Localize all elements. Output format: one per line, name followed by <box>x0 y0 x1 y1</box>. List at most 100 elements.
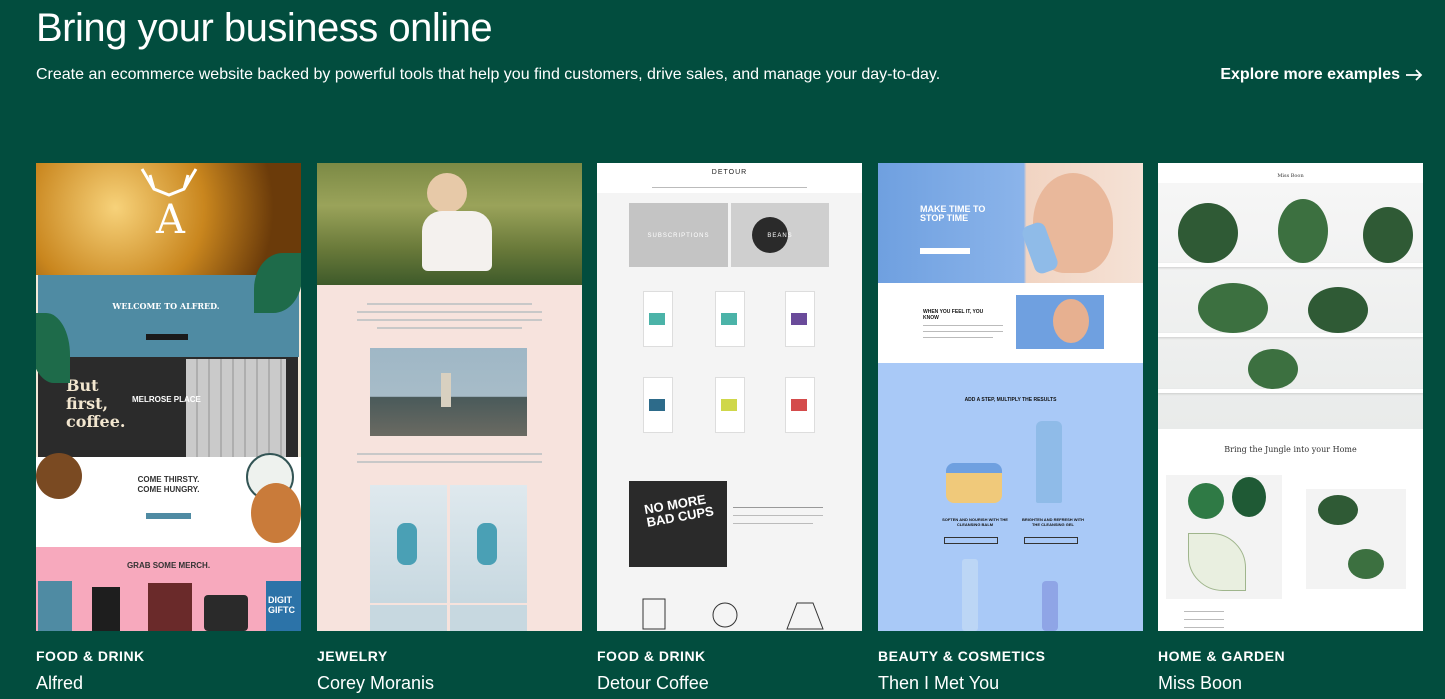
text-line <box>1184 619 1224 620</box>
hero-button <box>920 248 970 254</box>
svg-text:A: A <box>155 197 186 237</box>
balm-caption: SOFTEN AND NOURISH WITH THE CLEANSING BA… <box>942 517 1008 527</box>
text-line <box>923 337 993 338</box>
text-line <box>733 523 813 524</box>
example-card-detour-coffee[interactable]: DETOUR SUBSCRIPTIONS BEANS NO MORE BAD C… <box>597 163 862 694</box>
come-thirsty-heading: COME THIRSTY. COME HUNGRY. <box>137 475 200 494</box>
antler-logo-icon: A <box>140 168 198 237</box>
feel-heading: WHEN YOU FEEL IT, YOU KNOW <box>923 309 984 321</box>
merch-heading: GRAB SOME MERCH. <box>126 561 211 570</box>
card-category: BEAUTY & COSMETICS <box>878 648 1046 664</box>
card-name[interactable]: Miss Boon <box>1158 672 1423 694</box>
alfred-preview-image[interactable]: A WELCOME TO ALFRED. But first, coffee. … <box>36 163 301 631</box>
welcome-heading: WELCOME TO ALFRED. <box>112 301 220 311</box>
balm-button <box>944 537 998 544</box>
plant <box>1248 349 1298 389</box>
text-line <box>357 453 542 455</box>
shelf <box>1158 263 1423 267</box>
model-photo-bottom <box>450 605 527 631</box>
model-shirt <box>422 211 492 271</box>
hero-heading: MAKE TIME TO STOP TIME <box>920 204 986 223</box>
model-figure <box>441 373 451 407</box>
model-face-small <box>1053 299 1089 343</box>
merch-item <box>38 581 72 631</box>
text-line <box>733 515 823 516</box>
miss-boon-preview-image[interactable]: Miss Boon Bring the Jungle into your Hom… <box>1158 163 1423 631</box>
example-card-then-i-met-you[interactable]: MAKE TIME TO STOP TIME WHEN YOU FEEL IT,… <box>878 163 1143 694</box>
example-card-corey-moranis[interactable]: JEWELRY Corey Moranis <box>317 163 582 694</box>
detour-coffee-preview-image[interactable]: DETOUR SUBSCRIPTIONS BEANS NO MORE BAD C… <box>597 163 862 631</box>
shelf <box>1158 389 1423 393</box>
text-line <box>357 461 542 463</box>
card-category: HOME & GARDEN <box>1158 648 1286 664</box>
gift-card-tile: DIGIT GIFTC <box>266 581 301 631</box>
nav-bar <box>652 187 807 188</box>
detour-logo: DETOUR <box>711 169 748 176</box>
cleansing-balm-jar <box>946 463 1002 503</box>
example-card-miss-boon[interactable]: Miss Boon Bring the Jungle into your Hom… <box>1158 163 1423 694</box>
bag-label <box>791 399 807 411</box>
text-line <box>377 327 522 329</box>
bag-label <box>791 313 807 325</box>
shelf <box>1158 333 1423 337</box>
corey-moranis-preview-image[interactable] <box>317 163 582 631</box>
merch-item <box>204 595 248 631</box>
text-line <box>1184 627 1224 628</box>
card-name[interactable]: Corey Moranis <box>317 672 582 694</box>
bag-label <box>649 399 665 411</box>
text-line <box>357 311 542 313</box>
bag-label <box>649 313 665 325</box>
subscriptions-label: SUBSCRIPTIONS <box>647 233 710 239</box>
site-header <box>597 163 862 193</box>
plant <box>1348 549 1384 579</box>
model-photo-bottom <box>370 605 447 631</box>
merch-item <box>92 587 120 631</box>
card-category: JEWELRY <box>317 648 388 664</box>
brewing-illustration-icon <box>642 598 824 630</box>
leaf <box>1188 483 1224 519</box>
plant <box>1178 203 1238 263</box>
text-line <box>367 303 532 305</box>
merch-item <box>148 583 192 631</box>
product-bottle <box>962 559 978 631</box>
product-bottle <box>1042 581 1058 631</box>
beans-label: BEANS <box>767 233 793 239</box>
card-category: FOOD & DRINK <box>36 648 145 664</box>
text-line <box>1184 611 1224 612</box>
text-line <box>923 331 1003 332</box>
latte-image <box>36 453 82 499</box>
tile-wall <box>186 359 286 457</box>
explore-more-examples-link[interactable]: Explore more examples <box>1220 65 1423 85</box>
card-category: FOOD & DRINK <box>597 648 706 664</box>
page-subtitle: Create an ecommerce website backed by po… <box>36 66 941 83</box>
card-name[interactable]: Then I Met You <box>878 672 1143 694</box>
card-name[interactable]: Alfred <box>36 672 301 694</box>
bag-label <box>721 399 737 411</box>
example-card-alfred[interactable]: A WELCOME TO ALFRED. But first, coffee. … <box>36 163 301 694</box>
wall-text: But first, coffee. <box>66 376 126 431</box>
plant <box>1198 283 1268 333</box>
arrow-right-icon <box>1406 66 1423 84</box>
steps-section <box>878 363 1143 631</box>
gel-caption: BRIGHTEN AND REFRESH WITH THE CLEANSING … <box>1021 517 1085 527</box>
text-line <box>357 319 542 321</box>
menu-button <box>146 513 191 519</box>
steps-heading: ADD A STEP, MULTIPLY THE RESULTS <box>964 397 1057 403</box>
pastry-image <box>251 483 301 543</box>
card-name[interactable]: Detour Coffee <box>597 672 862 694</box>
text-line <box>923 325 1003 326</box>
model-figure <box>397 523 417 565</box>
plant <box>1278 199 1328 263</box>
cleansing-gel-tube <box>1036 421 1062 503</box>
plant <box>1308 287 1368 333</box>
model-figure <box>477 523 497 565</box>
plant <box>1363 207 1413 263</box>
plant <box>1318 495 1358 525</box>
welcome-button <box>146 334 188 340</box>
jungle-heading: Bring the Jungle into your Home <box>1224 445 1357 454</box>
leaf <box>1232 477 1266 517</box>
model-head <box>427 173 467 213</box>
text-line <box>733 507 823 508</box>
then-i-met-you-preview-image[interactable]: MAKE TIME TO STOP TIME WHEN YOU FEEL IT,… <box>878 163 1143 631</box>
bag-label <box>721 313 737 325</box>
